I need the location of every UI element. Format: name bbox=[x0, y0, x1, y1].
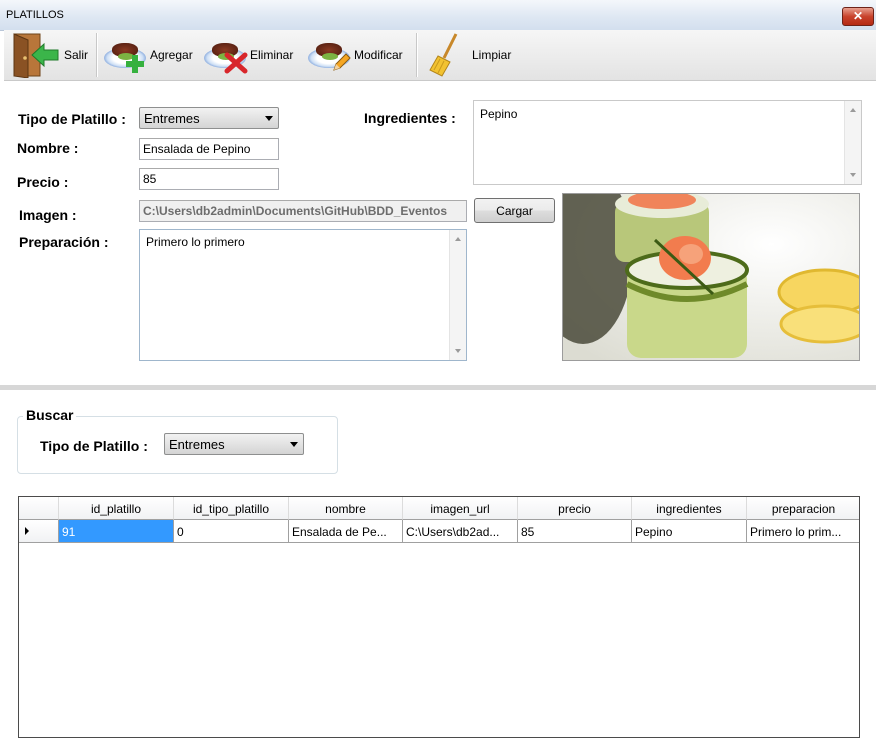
cell-precio[interactable]: 85 bbox=[518, 520, 632, 543]
preparacion-textarea[interactable]: Primero lo primero bbox=[139, 229, 467, 361]
column-header-preparacion[interactable]: preparacion bbox=[747, 497, 859, 520]
dish-photo bbox=[562, 193, 860, 361]
delete-dish-icon bbox=[202, 38, 248, 74]
nombre-field[interactable]: Ensalada de Pepino bbox=[139, 138, 279, 160]
platillos-grid[interactable]: id_platillo id_tipo_platillo nombre imag… bbox=[18, 496, 860, 738]
current-row-arrow-icon bbox=[25, 527, 29, 535]
toolbar-separator bbox=[96, 33, 98, 77]
buscar-tipo-select[interactable]: Entremes bbox=[164, 433, 304, 455]
imagen-path-field[interactable]: C:\Users\db2admin\Documents\GitHub\BDD_E… bbox=[139, 200, 467, 222]
column-header-id-platillo[interactable]: id_platillo bbox=[59, 497, 174, 520]
chevron-down-icon bbox=[265, 116, 273, 121]
cell-preparacion[interactable]: Primero lo prim... bbox=[747, 520, 859, 543]
preparacion-label: Preparación : bbox=[19, 234, 109, 250]
preparacion-scrollbar[interactable] bbox=[449, 230, 466, 360]
grid-corner bbox=[19, 497, 59, 520]
agregar-label: Agregar bbox=[150, 48, 193, 62]
precio-field[interactable]: 85 bbox=[139, 168, 279, 190]
table-row[interactable]: 91 0 Ensalada de Pe... C:\Users\db2ad...… bbox=[19, 520, 859, 543]
exit-door-icon bbox=[13, 33, 59, 78]
eliminar-button[interactable]: Eliminar bbox=[202, 30, 293, 80]
grid-header: id_platillo id_tipo_platillo nombre imag… bbox=[19, 497, 859, 520]
edit-dish-icon bbox=[306, 38, 352, 72]
broom-icon bbox=[429, 33, 458, 77]
agregar-button[interactable]: Agregar bbox=[102, 30, 193, 80]
salir-button[interactable]: Salir bbox=[10, 30, 88, 80]
column-header-precio[interactable]: precio bbox=[518, 497, 632, 520]
tipo-platillo-select[interactable]: Entremes bbox=[139, 107, 279, 129]
toolbar: Salir Agregar Eliminar Modificar Limpiar bbox=[4, 30, 876, 81]
column-header-id-tipo-platillo[interactable]: id_tipo_platillo bbox=[174, 497, 289, 520]
limpiar-label: Limpiar bbox=[472, 48, 512, 62]
precio-label: Precio : bbox=[17, 174, 69, 190]
cell-ingredientes[interactable]: Pepino bbox=[632, 520, 747, 543]
ingredientes-textarea[interactable]: Pepino bbox=[473, 100, 862, 185]
cell-nombre[interactable]: Ensalada de Pe... bbox=[289, 520, 403, 543]
modificar-button[interactable]: Modificar bbox=[306, 30, 403, 80]
buscar-tipo-label: Tipo de Platillo : bbox=[40, 438, 148, 454]
limpiar-button[interactable]: Limpiar bbox=[426, 30, 511, 80]
add-dish-icon bbox=[102, 38, 148, 73]
preparacion-text: Primero lo primero bbox=[146, 235, 245, 249]
ingredientes-scrollbar[interactable] bbox=[844, 101, 861, 184]
tipo-platillo-value: Entremes bbox=[144, 111, 200, 126]
cell-id-tipo-platillo[interactable]: 0 bbox=[174, 520, 289, 543]
cell-imagen-url[interactable]: C:\Users\db2ad... bbox=[403, 520, 518, 543]
chevron-down-icon bbox=[290, 442, 298, 447]
cell-id-platillo[interactable]: 91 bbox=[59, 520, 174, 543]
window-title: PLATILLOS bbox=[6, 9, 64, 21]
eliminar-label: Eliminar bbox=[250, 48, 294, 62]
ingredientes-label: Ingredientes : bbox=[364, 110, 456, 126]
imagen-label: Imagen : bbox=[19, 207, 77, 223]
column-header-imagen-url[interactable]: imagen_url bbox=[403, 497, 518, 520]
toolbar-separator bbox=[416, 33, 418, 77]
splitter[interactable] bbox=[0, 385, 876, 390]
ingredientes-text: Pepino bbox=[480, 107, 518, 121]
column-header-ingredientes[interactable]: ingredientes bbox=[632, 497, 747, 520]
tipo-platillo-label: Tipo de Platillo : bbox=[18, 111, 126, 127]
modificar-label: Modificar bbox=[354, 48, 403, 62]
buscar-tipo-value: Entremes bbox=[169, 437, 225, 452]
cargar-button[interactable]: Cargar bbox=[474, 198, 555, 223]
column-header-nombre[interactable]: nombre bbox=[289, 497, 403, 520]
salir-label: Salir bbox=[64, 48, 89, 62]
row-header[interactable] bbox=[19, 520, 59, 543]
title-bar: PLATILLOS ✕ bbox=[0, 0, 876, 31]
buscar-title: Buscar bbox=[23, 407, 77, 423]
close-button[interactable]: ✕ bbox=[842, 7, 874, 26]
nombre-label: Nombre : bbox=[17, 140, 79, 156]
